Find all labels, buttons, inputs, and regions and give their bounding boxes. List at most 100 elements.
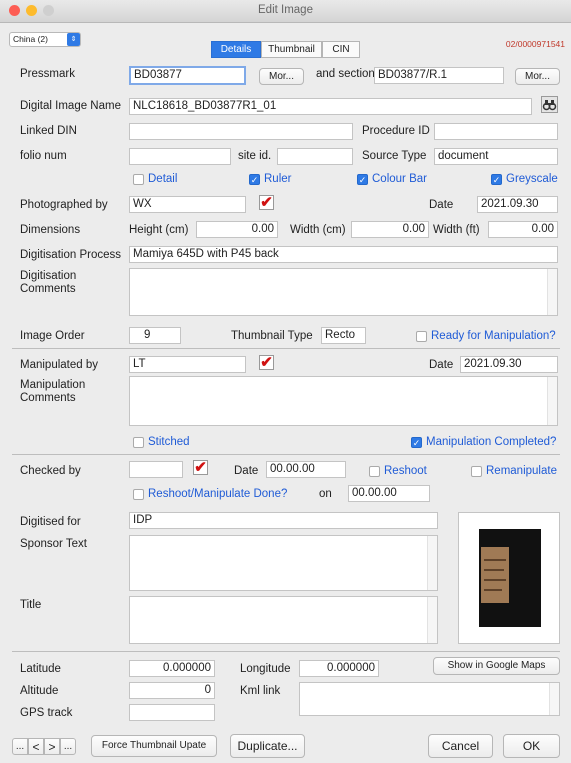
tab-details[interactable]: Details [211,41,261,58]
digitised-for-label: Digitised for [20,516,81,528]
colour-bar-checkbox-label: Colour Bar [372,173,427,185]
thumbnail-type-field[interactable]: Recto [321,327,366,344]
manipulated-by-label: Manipulated by [20,359,98,371]
width-ft-field[interactable]: 0.00 [488,221,558,238]
section-label: and section [316,68,375,80]
longitude-field[interactable]: 0.000000 [299,660,379,677]
kml-link-textarea[interactable] [299,682,560,716]
digitisation-process-label: Digitisation Process [20,249,121,261]
ruler-checkbox[interactable]: ✓ [249,174,260,185]
manipulation-comments-label: Manipulation Comments [20,379,86,404]
width-cm-field[interactable]: 0.00 [351,221,429,238]
procedure-id-label: Procedure ID [362,125,430,137]
manipulation-completed-label: Manipulation Completed? [426,436,557,448]
detail-checkbox-label: Detail [148,173,178,185]
checked-date-field[interactable]: 00.00.00 [266,461,346,478]
latitude-field[interactable]: 0.000000 [129,660,215,677]
latitude-label: Latitude [20,663,61,675]
source-type-field[interactable]: document [434,148,558,165]
manip-date-label: Date [429,359,454,371]
checked-check-icon[interactable]: ✔ [193,460,208,475]
duplicate-button[interactable]: Duplicate... [230,734,305,758]
thumbnail-preview[interactable] [458,512,560,644]
image-order-label: Image Order [20,330,85,342]
section-more-button[interactable]: Mor... [515,68,560,85]
image-order-field[interactable]: 9 [129,327,181,344]
ready-for-manipulation-checkbox[interactable] [416,331,427,342]
title-textarea[interactable] [129,596,438,644]
digitisation-comments-label: Digitisation Comments [20,270,77,295]
stitched-checkbox[interactable] [133,437,144,448]
procedure-id-field[interactable] [434,123,558,140]
width-ft-label: Width (ft) [433,224,480,236]
greyscale-checkbox-label: Greyscale [506,173,558,185]
collection-select[interactable]: China (2) ⇕ [9,32,81,47]
linked-din-field[interactable] [129,123,353,140]
thumbnail-type-label: Thumbnail Type [231,330,313,342]
record-id: 02/0000971541 [505,39,565,49]
binoculars-icon[interactable] [541,96,558,113]
stitched-label: Stitched [148,436,190,448]
checked-by-label: Checked by [20,465,81,477]
digital-image-name-field[interactable]: NLC18618_BD03877R1_01 [129,98,532,115]
pressmark-more-button[interactable]: Mor... [259,68,304,85]
ok-button[interactable]: OK [503,734,560,758]
on-date-field[interactable]: 00.00.00 [348,485,430,502]
manip-date-field[interactable]: 2021.09.30 [460,356,558,373]
title-label: Title [20,599,42,611]
digitised-for-field[interactable]: IDP [129,512,438,529]
window-title: Edit Image [258,4,313,16]
linked-din-label: Linked DIN [20,125,77,137]
nav-first-button[interactable]: ... [12,738,28,755]
detail-checkbox[interactable] [133,174,144,185]
digitisation-process-field[interactable]: Mamiya 645D with P45 back [129,246,558,263]
section-divider [12,651,560,652]
colour-bar-checkbox[interactable]: ✓ [357,174,368,185]
sponsor-text-label: Sponsor Text [20,538,87,550]
height-cm-field[interactable]: 0.00 [196,221,278,238]
manipulation-completed-checkbox[interactable]: ✓ [411,437,422,448]
folio-num-label: folio num [20,150,67,162]
tab-cin[interactable]: CIN [322,41,360,58]
manipulation-comments-textarea[interactable] [129,376,558,426]
photographed-by-label: Photographed by [20,199,108,211]
altitude-field[interactable]: 0 [129,682,215,699]
gps-track-field[interactable] [129,704,215,721]
cancel-button[interactable]: Cancel [428,734,493,758]
gps-track-label: GPS track [20,707,73,719]
remanipulate-label: Remanipulate [486,465,557,477]
digitisation-comments-textarea[interactable] [129,268,558,316]
source-type-label: Source Type [362,150,427,162]
reshoot-checkbox[interactable] [369,466,380,477]
site-id-label: site id. [238,150,272,162]
photo-date-field[interactable]: 2021.09.30 [477,196,558,213]
section-field[interactable]: BD03877/R.1 [374,67,504,84]
manipulated-check-icon[interactable]: ✔ [259,355,274,370]
kml-link-label: Kml link [240,685,281,697]
nav-next-button[interactable]: > [44,738,60,755]
reshoot-done-label: Reshoot/Manipulate Done? [148,488,288,500]
width-cm-label: Width (cm) [290,224,346,236]
folio-num-field[interactable] [129,148,231,165]
pressmark-field[interactable]: BD03877 [129,66,246,85]
photo-date-label: Date [429,199,454,211]
ruler-checkbox-label: Ruler [264,173,292,185]
tab-thumbnail[interactable]: Thumbnail [261,41,322,58]
site-id-field[interactable] [277,148,353,165]
sponsor-text-textarea[interactable] [129,535,438,591]
pressmark-label: Pressmark [20,68,75,80]
nav-prev-button[interactable]: < [28,738,44,755]
nav-last-button[interactable]: ... [60,738,76,755]
manuscript-fragment-image [481,547,509,603]
collection-select-value: China (2) [13,34,48,44]
photographed-check-icon[interactable]: ✔ [259,195,274,210]
checked-by-field[interactable] [129,461,183,478]
photographed-by-field[interactable]: WX [129,196,246,213]
select-arrows-icon: ⇕ [67,33,80,46]
greyscale-checkbox[interactable]: ✓ [491,174,502,185]
remanipulate-checkbox[interactable] [471,466,482,477]
reshoot-done-checkbox[interactable] [133,489,144,500]
force-thumbnail-update-button[interactable]: Force Thumbnail Upate [91,735,217,757]
show-google-maps-button[interactable]: Show in Google Maps [433,657,560,675]
manipulated-by-field[interactable]: LT [129,356,246,373]
